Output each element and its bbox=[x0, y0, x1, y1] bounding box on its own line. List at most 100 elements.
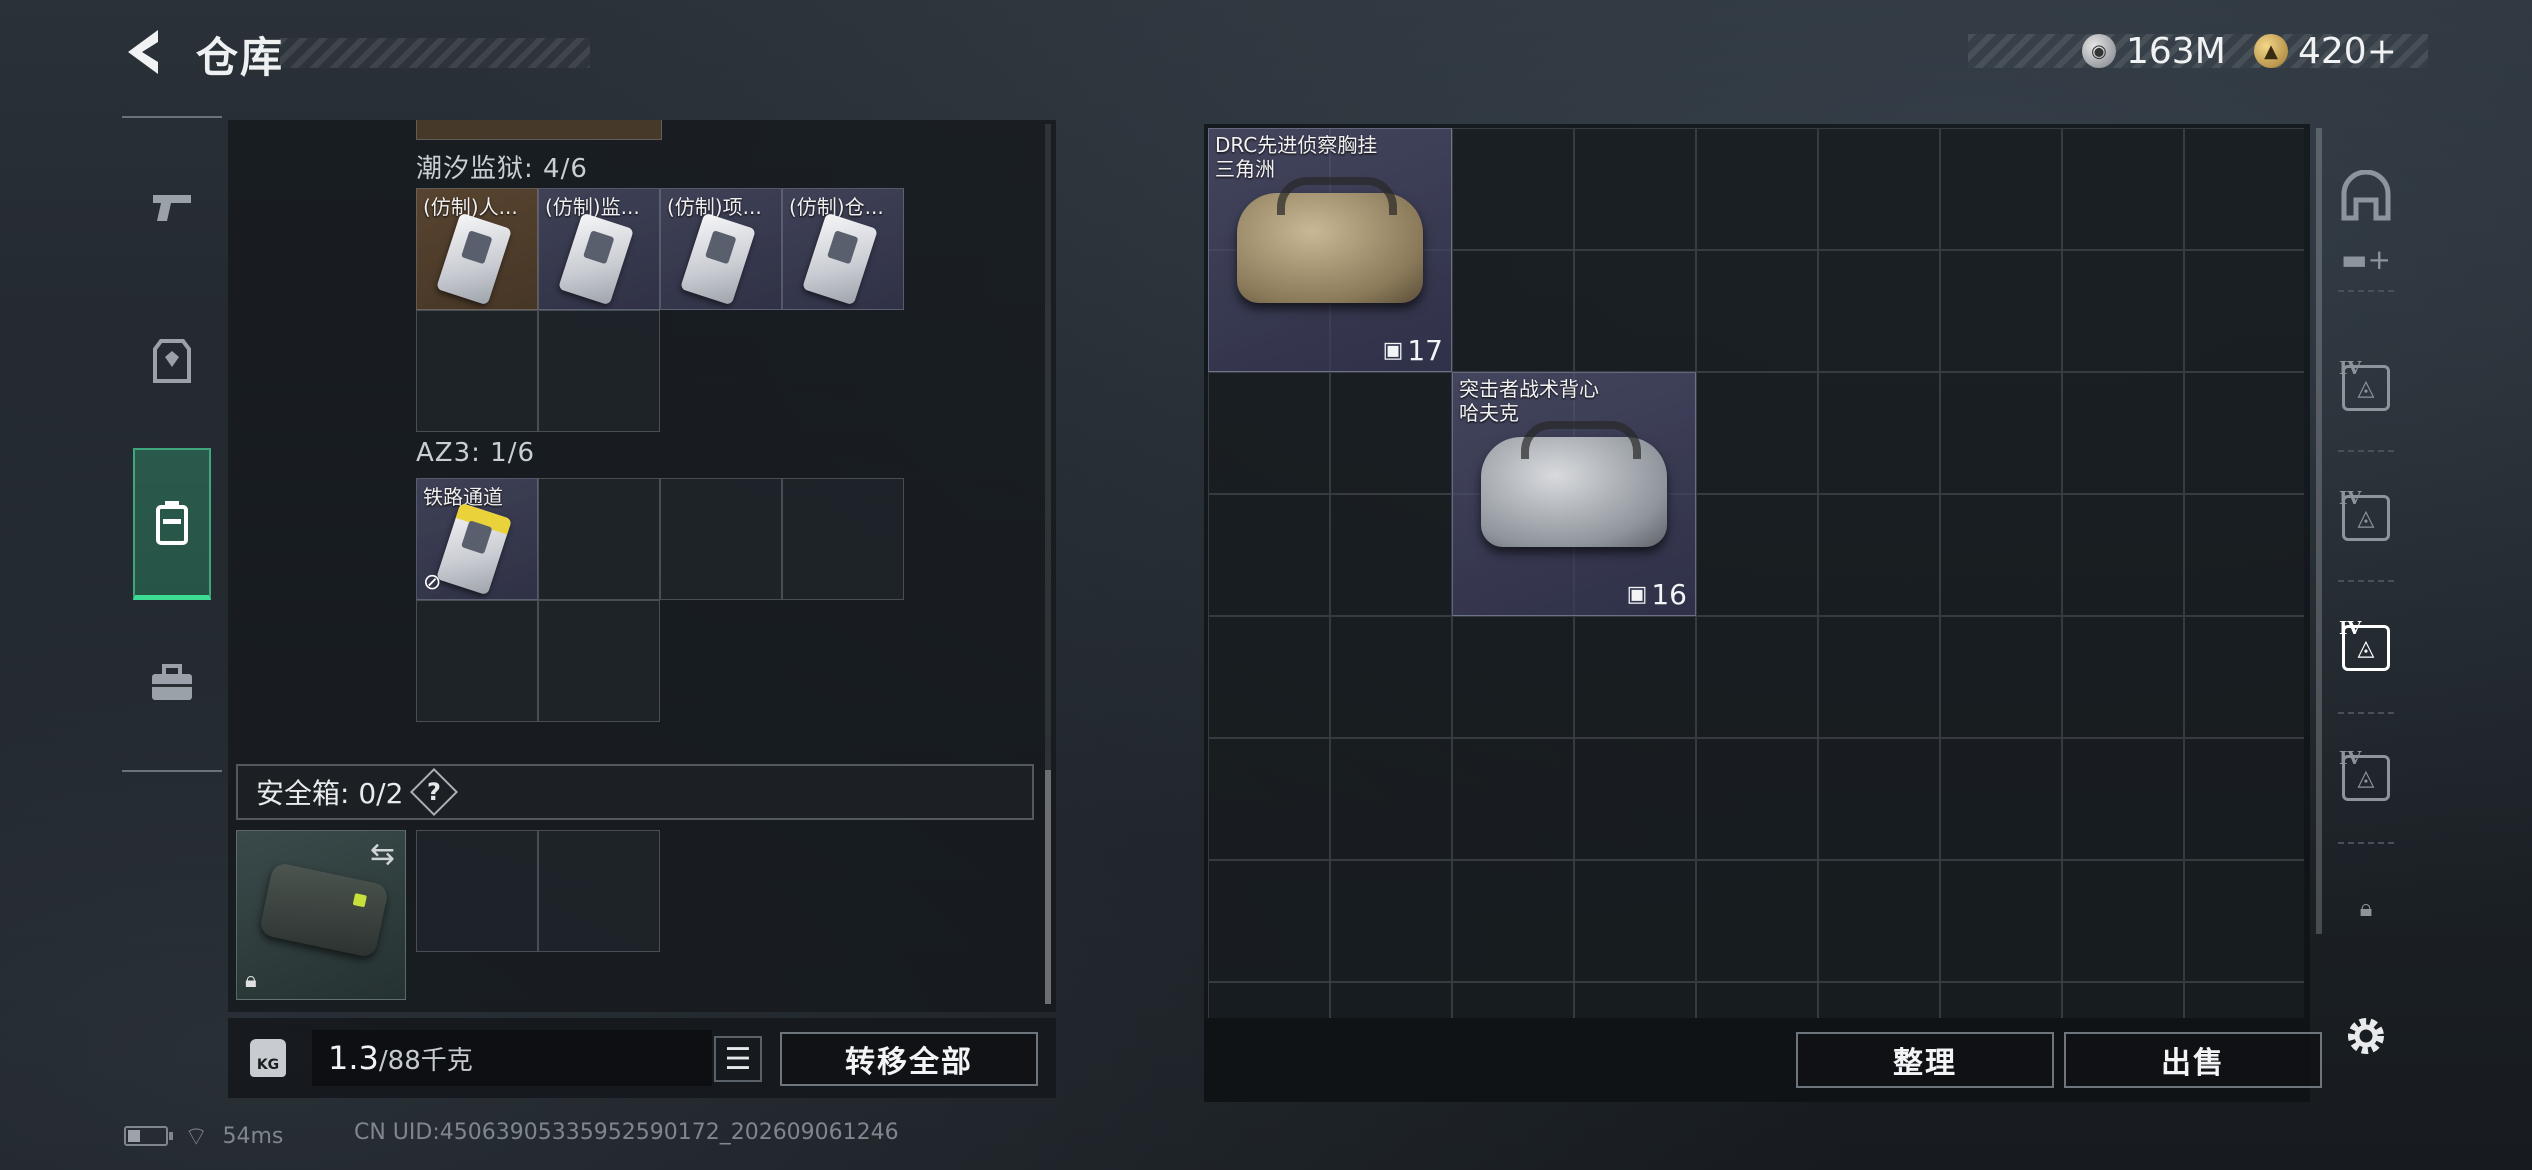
stash-slot[interactable] bbox=[1940, 616, 2062, 738]
list-view-button[interactable]: ☰ bbox=[714, 1036, 762, 1082]
stash-slot[interactable] bbox=[1574, 128, 1696, 250]
currency-gold[interactable]: ▲ 420+ bbox=[2254, 28, 2397, 74]
stash-tab-2[interactable]: IV ◬ bbox=[2334, 486, 2398, 550]
stash-slot[interactable] bbox=[1696, 494, 1818, 616]
stash-slot[interactable] bbox=[2062, 982, 2184, 1018]
stash-slot[interactable] bbox=[2062, 616, 2184, 738]
stash-slot[interactable] bbox=[1818, 494, 1940, 616]
stash-slot[interactable] bbox=[1208, 372, 1330, 494]
nav-item-backpack[interactable] bbox=[133, 448, 211, 600]
stash-slot[interactable] bbox=[1940, 982, 2062, 1018]
stash-slot[interactable] bbox=[1940, 128, 2062, 250]
stash-slot[interactable] bbox=[1208, 860, 1330, 982]
stash-tab-all[interactable] bbox=[2334, 164, 2398, 228]
stash-slot[interactable] bbox=[1818, 860, 1940, 982]
nav-item-armor[interactable] bbox=[133, 286, 211, 436]
keycard-item[interactable]: (仿制)仓... bbox=[782, 188, 904, 310]
stash-slot[interactable] bbox=[1696, 616, 1818, 738]
nav-item-briefcase[interactable] bbox=[133, 608, 211, 758]
stash-slot[interactable] bbox=[2062, 372, 2184, 494]
stash-slot[interactable] bbox=[2184, 494, 2304, 616]
stash-slot[interactable] bbox=[1818, 982, 1940, 1018]
transfer-all-button[interactable]: 转移全部 bbox=[780, 1032, 1038, 1086]
stash-item-assault-vest[interactable]: 突击者战术背心 哈夫克 ▣ 16 bbox=[1452, 372, 1696, 616]
stash-slot[interactable] bbox=[1818, 738, 1940, 860]
help-button[interactable]: ? bbox=[410, 767, 459, 817]
swap-icon[interactable]: ⇆ bbox=[370, 837, 395, 872]
stash-slot[interactable] bbox=[1818, 616, 1940, 738]
stash-slot[interactable] bbox=[2062, 250, 2184, 372]
empty-slot[interactable] bbox=[538, 830, 660, 952]
add-stash-button[interactable]: ▬+ bbox=[2334, 236, 2398, 282]
stash-slot[interactable] bbox=[1574, 738, 1696, 860]
stash-scrollbar[interactable] bbox=[2316, 128, 2322, 934]
stash-slot[interactable] bbox=[2062, 738, 2184, 860]
stash-slot[interactable] bbox=[1940, 494, 2062, 616]
stash-slot[interactable] bbox=[1574, 982, 1696, 1018]
stash-tab-locked[interactable]: 🔒︎ bbox=[2334, 876, 2398, 940]
stash-slot[interactable] bbox=[1696, 372, 1818, 494]
settings-button[interactable] bbox=[2334, 1004, 2398, 1068]
stash-slot[interactable] bbox=[1940, 860, 2062, 982]
stash-slot[interactable] bbox=[1818, 128, 1940, 250]
stash-slot[interactable] bbox=[1330, 616, 1452, 738]
stash-slot[interactable] bbox=[2184, 616, 2304, 738]
keycard-item[interactable]: (仿制)项... bbox=[660, 188, 782, 310]
keycard-item[interactable]: 铁路通道 ⊘ bbox=[416, 478, 538, 600]
stash-slot[interactable] bbox=[1208, 982, 1330, 1018]
empty-slot[interactable] bbox=[416, 830, 538, 952]
back-button[interactable] bbox=[118, 22, 172, 82]
stash-slot[interactable] bbox=[1452, 250, 1574, 372]
stash-slot[interactable] bbox=[2184, 372, 2304, 494]
stash-item-drc-vest[interactable]: DRC先进侦察胸挂 三角洲 ▣ 17 bbox=[1208, 128, 1452, 372]
stash-slot[interactable] bbox=[1696, 128, 1818, 250]
stash-slot[interactable] bbox=[1208, 494, 1330, 616]
keycard-item[interactable]: (仿制)监... bbox=[538, 188, 660, 310]
stash-slot[interactable] bbox=[1574, 250, 1696, 372]
empty-slot[interactable] bbox=[538, 310, 660, 432]
stash-slot[interactable] bbox=[1330, 860, 1452, 982]
stash-slot[interactable] bbox=[2062, 494, 2184, 616]
stash-slot[interactable] bbox=[1452, 738, 1574, 860]
stash-slot[interactable] bbox=[1452, 982, 1574, 1018]
stash-slot[interactable] bbox=[1818, 250, 1940, 372]
stash-slot[interactable] bbox=[1940, 372, 2062, 494]
stash-slot[interactable] bbox=[2184, 128, 2304, 250]
stash-slot[interactable] bbox=[1330, 982, 1452, 1018]
currency-silver[interactable]: ◉ 163M bbox=[2082, 28, 2226, 74]
stash-slot[interactable] bbox=[2184, 860, 2304, 982]
safebox-case[interactable]: ⇆ 🔒︎ bbox=[236, 830, 406, 1000]
sort-button[interactable]: 整理 bbox=[1796, 1032, 2054, 1088]
stash-slot[interactable] bbox=[2062, 860, 2184, 982]
stash-tab-4[interactable]: IV ◬ bbox=[2334, 746, 2398, 810]
stash-slot[interactable] bbox=[1208, 738, 1330, 860]
stash-slot[interactable] bbox=[1696, 982, 1818, 1018]
stash-slot[interactable] bbox=[1940, 738, 2062, 860]
nav-item-weapons[interactable] bbox=[133, 132, 211, 282]
sell-button[interactable]: 出售 bbox=[2064, 1032, 2322, 1088]
stash-slot[interactable] bbox=[1452, 860, 1574, 982]
stash-slot[interactable] bbox=[2184, 982, 2304, 1018]
stash-slot[interactable] bbox=[2184, 250, 2304, 372]
empty-slot[interactable] bbox=[660, 478, 782, 600]
empty-slot[interactable] bbox=[538, 478, 660, 600]
stash-slot[interactable] bbox=[1452, 128, 1574, 250]
stash-tab-3[interactable]: IV ◬ bbox=[2334, 616, 2398, 680]
empty-slot[interactable] bbox=[538, 600, 660, 722]
stash-slot[interactable] bbox=[1696, 738, 1818, 860]
stash-tab-1[interactable]: IV ◬ bbox=[2334, 356, 2398, 420]
stash-slot[interactable] bbox=[1696, 860, 1818, 982]
stash-slot[interactable] bbox=[2184, 738, 2304, 860]
stash-slot[interactable] bbox=[1208, 616, 1330, 738]
stash-slot[interactable] bbox=[2062, 128, 2184, 250]
empty-slot[interactable] bbox=[416, 310, 538, 432]
left-scrollbar-thumb[interactable] bbox=[1045, 770, 1051, 1004]
keycard-item[interactable]: (仿制)人... bbox=[416, 188, 538, 310]
empty-slot[interactable] bbox=[782, 478, 904, 600]
stash-slot[interactable] bbox=[1330, 494, 1452, 616]
stash-slot[interactable] bbox=[1330, 738, 1452, 860]
stash-slot[interactable] bbox=[1574, 860, 1696, 982]
stash-slot[interactable] bbox=[1818, 372, 1940, 494]
stash-slot[interactable] bbox=[1574, 616, 1696, 738]
stash-slot[interactable] bbox=[1452, 616, 1574, 738]
